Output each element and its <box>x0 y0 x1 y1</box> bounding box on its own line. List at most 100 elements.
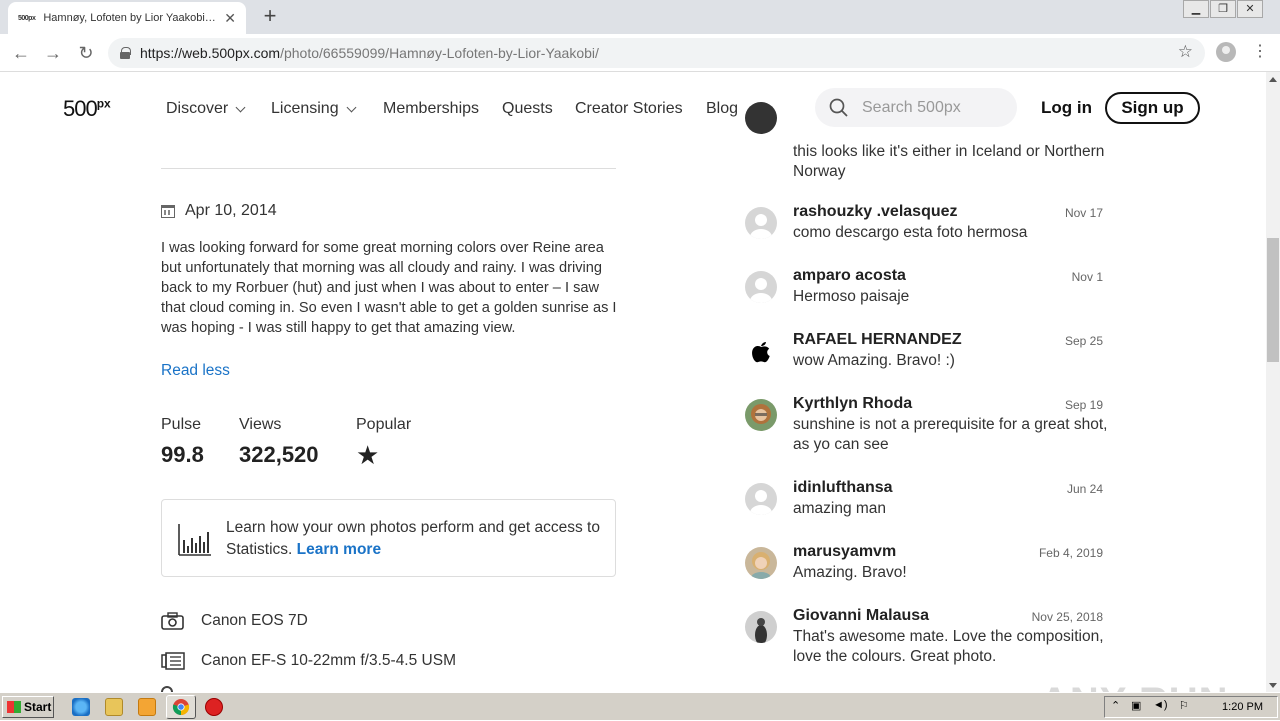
page-scrollbar[interactable] <box>1266 72 1280 692</box>
comment-date: Nov 1 <box>1071 270 1103 284</box>
tab-close-icon[interactable]: ✕ <box>224 10 236 27</box>
browser-tab-strip: 500px Hamnøy, Lofoten by Lior Yaakobi / … <box>0 0 1280 34</box>
scroll-up-icon[interactable] <box>1269 77 1277 82</box>
comment-date: Feb 4, 2019 <box>1038 546 1103 560</box>
search-box[interactable] <box>815 88 1017 127</box>
lens-row: Canon EF-S 10-22mm f/3.5-4.5 USM <box>161 652 456 670</box>
scrollbar-thumb[interactable] <box>1267 238 1279 362</box>
comment-date: Nov 25, 2018 <box>1031 610 1103 624</box>
bookmark-star-icon[interactable]: ☆ <box>1178 42 1193 62</box>
logo-text: 500 <box>63 96 98 121</box>
comment-author[interactable]: marusyamvm <box>793 543 896 561</box>
logo-suffix: px <box>96 96 111 111</box>
chevron-down-icon <box>235 102 246 112</box>
date-text: Apr 10, 2014 <box>185 202 277 219</box>
comment-date: Sep 19 <box>1064 398 1103 412</box>
photo-avatar[interactable] <box>745 611 777 643</box>
nav-creator-stories[interactable]: Creator Stories <box>575 100 683 118</box>
photo-avatar[interactable] <box>745 399 777 431</box>
minimize-button[interactable]: ▁ <box>1183 0 1209 18</box>
volume-icon[interactable]: ◄) <box>1153 699 1168 711</box>
close-window-button[interactable]: ✕ <box>1237 0 1263 18</box>
taskbar: Start ⌃ ▣ ◄) ⚐ 1:20 PM <box>0 692 1280 720</box>
camera-model[interactable]: Canon EOS 7D <box>201 612 308 630</box>
chrome-taskbar-button[interactable] <box>166 695 196 719</box>
views-label: Views <box>239 416 282 433</box>
address-bar[interactable]: https://web.500px.com/photo/66559099/Ham… <box>108 38 1205 68</box>
site-favicon-icon: 500px <box>18 14 36 22</box>
maximize-button[interactable]: ❐ <box>1210 0 1236 18</box>
statistics-promo: Learn how your own photos perform and ge… <box>161 499 616 577</box>
photo-avatar[interactable] <box>745 547 777 579</box>
url-host: https://web.500px.com <box>140 45 281 61</box>
lens-model[interactable]: Canon EF-S 10-22mm f/3.5-4.5 USM <box>201 652 456 670</box>
popular-star-icon: ★ <box>356 440 380 470</box>
profile-avatar-icon[interactable] <box>1216 42 1236 62</box>
learn-more-link[interactable]: Learn more <box>297 541 381 558</box>
folder-icon[interactable] <box>105 698 123 716</box>
comment-author[interactable]: RAFAEL HERNANDEZ <box>793 331 962 349</box>
forward-arrow-icon[interactable]: → <box>42 42 64 64</box>
comment-text: this looks like it's either in Iceland o… <box>793 143 1105 180</box>
nav-memberships[interactable]: Memberships <box>383 100 479 118</box>
lens-icon <box>161 652 185 670</box>
reload-icon[interactable]: ↻ <box>75 42 97 64</box>
calendar-icon <box>161 204 175 218</box>
comment-author[interactable]: amparo acosta <box>793 267 906 285</box>
comment-author[interactable]: idinlufthansa <box>793 479 893 497</box>
nav-blog[interactable]: Blog <box>706 100 738 118</box>
back-arrow-icon[interactable]: ← <box>10 42 32 64</box>
comment-text: sunshine is not a prerequisite for a gre… <box>793 416 1108 453</box>
comment-text: como descargo esta foto hermosa <box>793 224 1028 241</box>
comment-author[interactable]: Giovanni Malausa <box>793 607 929 625</box>
watermark: ANY RUN <box>1040 680 1229 692</box>
500px-logo[interactable]: 500px <box>63 96 111 122</box>
nav-licensing[interactable]: Licensing <box>271 100 357 118</box>
comment-text: Hermoso paisaje <box>793 288 910 305</box>
ie-icon[interactable] <box>72 698 90 716</box>
browser-tab[interactable]: 500px Hamnøy, Lofoten by Lior Yaakobi / … <box>8 2 246 34</box>
apple-avatar[interactable] <box>745 335 777 367</box>
comment-date: Nov 17 <box>1064 206 1103 220</box>
media-player-icon[interactable] <box>138 698 156 716</box>
nav-quests[interactable]: Quests <box>502 100 553 118</box>
promo-text: Learn how your own photos perform and ge… <box>226 519 600 558</box>
camera-row: Canon EOS 7D <box>161 612 308 630</box>
default-avatar[interactable] <box>745 271 777 303</box>
default-avatar[interactable] <box>745 207 777 239</box>
url-path: /photo/66559099/Hamnøy-Lofoten-by-Lior-Y… <box>280 45 599 61</box>
nav-label: Discover <box>166 100 229 117</box>
views-value: 322,520 <box>239 442 319 467</box>
dark-avatar[interactable] <box>745 102 777 134</box>
start-button[interactable]: Start <box>2 696 54 718</box>
chrome-icon <box>172 699 190 716</box>
comment-text: Amazing. Bravo! <box>793 564 907 581</box>
network-icon[interactable]: ▣ <box>1131 699 1141 712</box>
antivirus-icon[interactable] <box>205 698 223 716</box>
popular-label: Popular <box>356 416 412 433</box>
browser-toolbar: ← → ↻ https://web.500px.com/photo/665590… <box>0 34 1280 72</box>
default-avatar[interactable] <box>745 483 777 515</box>
tray-expand-icon[interactable]: ⌃ <box>1111 699 1120 712</box>
new-tab-button[interactable]: + <box>258 4 282 28</box>
clock[interactable]: 1:20 PM <box>1222 701 1263 713</box>
photo-date: Apr 10, 2014 <box>161 202 277 220</box>
comment-author[interactable]: Kyrthlyn Rhoda <box>793 395 912 413</box>
comment-author[interactable]: rashouzky .velasquez <box>793 203 958 221</box>
comment-date: Jun 24 <box>1066 482 1103 496</box>
pulse-value: 99.8 <box>161 442 204 467</box>
camera-icon <box>161 612 184 630</box>
scroll-down-icon[interactable] <box>1269 683 1277 688</box>
photo-description: I was looking forward for some great mor… <box>161 240 617 336</box>
divider <box>161 168 616 169</box>
system-tray: ⌃ ▣ ◄) ⚐ 1:20 PM <box>1104 696 1278 718</box>
window-controls: ▁ ❐ ✕ <box>1182 0 1263 18</box>
browser-menu-icon[interactable]: ⋮ <box>1252 42 1268 62</box>
login-link[interactable]: Log in <box>1041 98 1092 118</box>
search-input[interactable] <box>862 98 992 117</box>
signup-button[interactable]: Sign up <box>1105 92 1200 124</box>
nav-discover[interactable]: Discover <box>166 100 246 118</box>
read-less-link[interactable]: Read less <box>161 362 230 380</box>
page-content: 500px Discover Licensing Memberships Que… <box>0 72 1266 692</box>
action-center-flag-icon[interactable]: ⚐ <box>1179 699 1189 712</box>
